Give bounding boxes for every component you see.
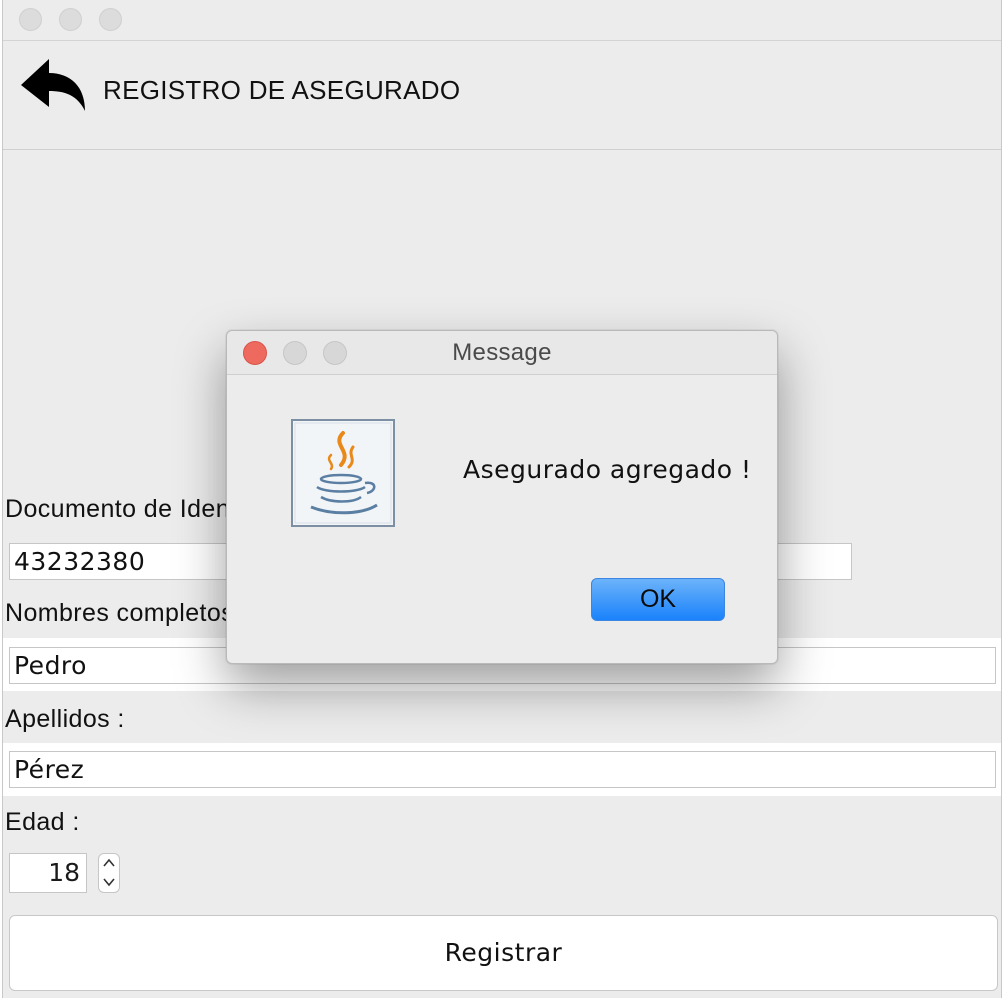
header: REGISTRO DE ASEGURADO <box>3 41 1001 150</box>
dialog-titlebar: Message <box>227 331 777 375</box>
window-close-button[interactable] <box>19 8 42 31</box>
age-label: Edad : <box>5 808 80 836</box>
dialog-title: Message <box>452 339 552 366</box>
window-minimize-button[interactable] <box>59 8 82 31</box>
java-icon <box>291 419 395 527</box>
dialog-message: Asegurado agregado ! <box>463 455 752 484</box>
age-spinner-buttons <box>98 853 120 893</box>
window-zoom-button[interactable] <box>99 8 122 31</box>
spinner-up-icon[interactable] <box>99 854 119 873</box>
back-arrow-icon[interactable] <box>19 55 89 115</box>
page-title: REGISTRO DE ASEGURADO <box>103 75 461 105</box>
register-button[interactable]: Registrar <box>9 915 998 991</box>
surnames-field[interactable]: Pérez <box>9 751 996 788</box>
message-dialog: Message Asegurado agregado ! OK <box>226 330 778 664</box>
ok-button[interactable]: OK <box>591 578 725 621</box>
resize-grip-icon: ⋮ <box>996 810 1004 835</box>
window-titlebar <box>3 0 1001 41</box>
spinner-down-icon[interactable] <box>99 873 119 892</box>
age-spinner-field[interactable]: 18 <box>9 853 87 893</box>
surnames-label: Apellidos : <box>5 705 125 733</box>
names-label: Nombres completos : <box>5 599 249 627</box>
